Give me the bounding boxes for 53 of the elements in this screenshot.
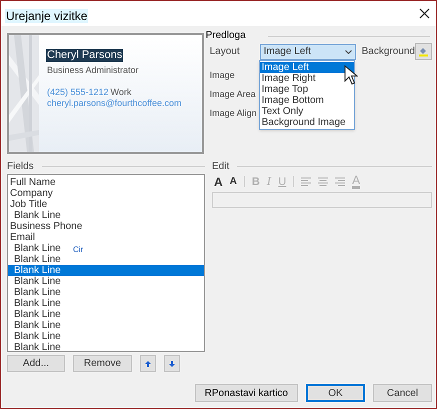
field-item[interactable]: Blank Line [8, 254, 63, 265]
arrow-up-icon [145, 360, 151, 366]
field-item[interactable]: Blank Line [8, 210, 63, 221]
group-title-overlay: Predloga [206, 31, 246, 41]
layout-dropdown[interactable]: Image Left [260, 44, 356, 60]
field-item[interactable]: Full Name [8, 177, 58, 188]
remove-button[interactable]: Remove [73, 355, 132, 372]
field-item[interactable]: Blank Line [8, 243, 63, 254]
dropdown-option[interactable]: Image Top [260, 84, 354, 95]
edit-text-field[interactable] [212, 192, 432, 208]
dropdown-option[interactable]: Image Bottom [260, 95, 354, 106]
field-item[interactable]: Blank Line [8, 298, 63, 309]
close-icon[interactable] [419, 8, 430, 19]
image-area-label: Image Area [210, 88, 256, 100]
cursor-overlay: Cir [73, 245, 84, 254]
field-item[interactable]: Blank Line [8, 309, 63, 320]
field-item[interactable]: Company [8, 188, 55, 199]
field-item[interactable]: Business Phone [8, 221, 84, 232]
move-down-button[interactable] [164, 355, 180, 372]
arrow-down-icon [169, 360, 175, 366]
field-item[interactable]: Blank Line [8, 287, 63, 298]
field-item[interactable]: Blank Line [8, 265, 204, 276]
field-item[interactable]: Job Title [8, 199, 50, 210]
edit-title: Edit [212, 160, 230, 174]
field-item[interactable]: Blank Line [8, 320, 63, 331]
phone-label: Work [110, 87, 132, 98]
dropdown-option[interactable]: Text Only [260, 106, 354, 117]
reset-card-button[interactable]: RPonastavi kartico [194, 384, 298, 402]
field-item[interactable]: Email [8, 232, 38, 243]
background-button[interactable] [415, 43, 432, 60]
field-item[interactable]: Blank Line [8, 331, 63, 342]
ok-button[interactable]: OK [306, 384, 365, 402]
title-overlay: Urejanje vizitke [5, 8, 88, 22]
field-item[interactable]: Blank Line [8, 276, 63, 287]
grow-font-button[interactable]: A [214, 176, 223, 188]
image-label: Image [210, 69, 235, 81]
background-label: Background [362, 45, 415, 59]
chevron-icon [344, 50, 352, 54]
image-align-label: Image Align [210, 107, 257, 119]
paint-bucket-icon [418, 46, 429, 57]
job-title: Business Administrator [47, 65, 140, 76]
fields-title: Fields [7, 160, 34, 174]
move-up-button[interactable] [140, 355, 156, 372]
layout-label: Layout [210, 45, 241, 59]
name-overlay: Cheryl Parsons [46, 49, 124, 62]
email-address: cheryl.parsons@fourthcoffee.com [47, 98, 182, 109]
dropdown-option[interactable]: Image Left [260, 62, 354, 73]
cancel-button[interactable]: Cancel [373, 384, 432, 402]
phone-number: (425) 555-1212 [47, 87, 109, 98]
dropdown-option[interactable]: Background Image [260, 117, 354, 128]
shrink-font-button[interactable]: A [230, 176, 237, 188]
field-item[interactable]: Blank Line [8, 342, 63, 353]
add-button[interactable]: Add... [7, 355, 65, 372]
